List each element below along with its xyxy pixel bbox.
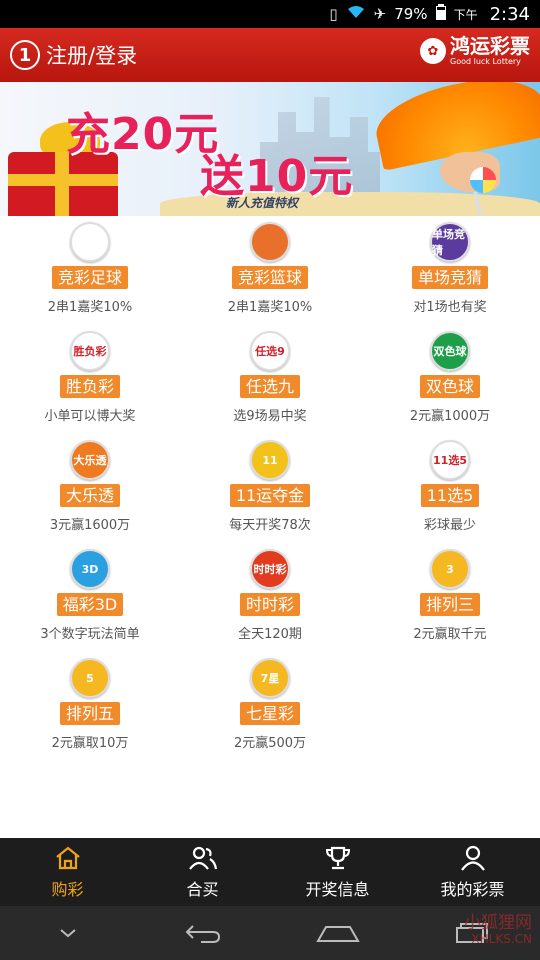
lottery-item[interactable]: 竞彩篮球 2串1嘉奖10% bbox=[180, 216, 360, 325]
tab-label: 合买 bbox=[186, 880, 219, 899]
arrange-five-icon: 5 bbox=[70, 658, 110, 698]
welfare-3d-icon: 3D bbox=[70, 549, 110, 589]
lottery-description: 2串1嘉奖10% bbox=[227, 300, 313, 315]
login-register-link[interactable]: 注册/登录 bbox=[46, 40, 137, 70]
collapse-icon[interactable] bbox=[38, 927, 98, 939]
lottery-item[interactable]: 11 11运夺金每天开奖78次 bbox=[180, 434, 360, 543]
lottery-item[interactable]: 11选5 11选5 彩球最少 bbox=[360, 434, 540, 543]
lottery-name: 任选九 bbox=[239, 375, 300, 398]
lottery-name: 大乐透 bbox=[59, 484, 120, 507]
lottery-description: 选9场易中奖 bbox=[233, 409, 307, 424]
brand-slogan: Good luck Lottery bbox=[450, 57, 521, 66]
lottery-description: 对1场也有奖 bbox=[413, 300, 487, 315]
lottery-item[interactable]: 胜负彩 胜负彩 小单可以博大奖 bbox=[0, 325, 180, 434]
lottery-name: 双色球 bbox=[419, 375, 480, 398]
watermark: 小狐狸网 XHLKS.CN bbox=[464, 913, 532, 946]
tab-label: 我的彩票 bbox=[440, 880, 505, 899]
wifi-icon bbox=[346, 5, 366, 23]
lottery-item[interactable]: 任选9 任选九选9场易中奖 bbox=[180, 325, 360, 434]
lottery-item[interactable]: 竞彩足球 2串1嘉奖10% bbox=[0, 216, 180, 325]
pick-nine-icon: 任选9 bbox=[250, 331, 290, 371]
lottery-description: 3元赢1600万 bbox=[49, 518, 131, 533]
lottery-description: 彩球最少 bbox=[423, 518, 476, 533]
lottery-name: 排列五 bbox=[59, 702, 120, 725]
basketball-icon bbox=[250, 222, 290, 262]
win-lose-icon: 胜负彩 bbox=[70, 331, 110, 371]
lottery-name: 竞彩篮球 bbox=[231, 266, 308, 289]
promo-banner[interactable]: 充20元 送10元 新人充值特权 bbox=[0, 82, 540, 216]
lottery-name: 胜负彩 bbox=[59, 375, 120, 398]
lottery-description: 2元赢取千元 bbox=[413, 627, 487, 642]
brand-logo: ✿ 鸿运彩票 Good luck Lottery bbox=[420, 36, 530, 66]
union-lotto-icon: 双色球 bbox=[430, 331, 470, 371]
lottery-name: 福彩3D bbox=[56, 593, 124, 616]
lottery-item[interactable]: 3 排列三 2元赢取千元 bbox=[360, 543, 540, 652]
group-buy-icon bbox=[188, 844, 218, 872]
banner-headline-1: 充20元 bbox=[66, 109, 220, 160]
home-nav-icon[interactable] bbox=[308, 923, 368, 943]
vibrate-icon: ▯ bbox=[329, 5, 338, 23]
lottery-name: 排列三 bbox=[419, 593, 480, 616]
eleven-five-icon: 11选5 bbox=[430, 440, 470, 480]
tab-group-buy[interactable]: 合买 bbox=[135, 838, 270, 906]
arrange-three-icon: 3 bbox=[430, 549, 470, 589]
lottery-item[interactable]: 时时彩 时时彩 全天120期 bbox=[180, 543, 360, 652]
lottery-description: 每天开奖78次 bbox=[229, 518, 311, 533]
lottery-item[interactable]: 大乐透 大乐透 3元赢1600万 bbox=[0, 434, 180, 543]
back-icon[interactable] bbox=[173, 922, 233, 944]
brand-name: 鸿运彩票 bbox=[450, 34, 530, 58]
tab-home[interactable]: 购彩 bbox=[0, 838, 135, 906]
beach-ball-image bbox=[470, 167, 496, 193]
lottery-description: 全天120期 bbox=[238, 627, 302, 642]
system-nav-bar bbox=[0, 906, 540, 960]
home-icon bbox=[54, 844, 82, 872]
trophy-icon bbox=[324, 844, 352, 872]
lottery-item[interactable]: 单场竞猜 单场竞猜 对1场也有奖 bbox=[360, 216, 540, 325]
battery-percent: 79% bbox=[394, 5, 428, 23]
airplane-icon: ✈ bbox=[373, 5, 387, 23]
lottery-name: 时时彩 bbox=[239, 593, 300, 616]
battery-icon bbox=[435, 4, 446, 24]
eleven-gold-icon: 11 bbox=[250, 440, 290, 480]
lottery-description: 小单可以博大奖 bbox=[44, 409, 136, 424]
lottery-item[interactable]: 5 排列五 2元赢取10万 bbox=[0, 652, 180, 761]
lottery-description: 2元赢1000万 bbox=[409, 409, 491, 424]
tab-label: 购彩 bbox=[51, 880, 84, 899]
tab-label: 开奖信息 bbox=[305, 880, 370, 899]
lottery-item[interactable]: 7星七星彩 2元赢500万 bbox=[180, 652, 360, 761]
status-bar: ▯ ✈ 79% 下午 2:34 bbox=[0, 0, 540, 28]
banner-caption: 新人充值特权 bbox=[226, 196, 299, 210]
status-ampm: 下午 bbox=[453, 7, 478, 22]
brand-emblem-icon: ✿ bbox=[420, 38, 446, 64]
lottery-item[interactable]: 3D 福彩3D 3个数字玩法简单 bbox=[0, 543, 180, 652]
lottery-name: 七星彩 bbox=[239, 702, 300, 725]
lottery-description: 2元赢500万 bbox=[233, 736, 307, 751]
lottery-description: 2串1嘉奖10% bbox=[47, 300, 133, 315]
soccer-ball-icon bbox=[70, 222, 110, 262]
seven-star-icon: 7星 bbox=[250, 658, 290, 698]
app-header: 1 注册/登录 ✿ 鸿运彩票 Good luck Lottery bbox=[0, 28, 540, 82]
single-match-icon: 单场竞猜 bbox=[430, 222, 470, 262]
timely-lottery-icon: 时时彩 bbox=[250, 549, 290, 589]
super-lotto-icon: 大乐透 bbox=[70, 440, 110, 480]
status-clock: 2:34 bbox=[489, 3, 530, 25]
login-icon[interactable]: 1 bbox=[10, 40, 40, 70]
lottery-item[interactable]: 双色球 双色球 2元赢1000万 bbox=[360, 325, 540, 434]
lottery-description: 2元赢取10万 bbox=[51, 736, 129, 751]
lottery-description: 3个数字玩法简单 bbox=[40, 627, 140, 642]
tab-user[interactable]: 我的彩票 bbox=[405, 838, 540, 906]
tab-trophy[interactable]: 开奖信息 bbox=[270, 838, 405, 906]
lottery-name: 11运夺金 bbox=[229, 484, 311, 507]
lottery-name: 11选5 bbox=[420, 484, 480, 507]
user-icon bbox=[459, 844, 487, 872]
bottom-tab-bar: 购彩 合买 开奖信息 我的彩票 bbox=[0, 838, 540, 906]
lottery-name: 竞彩足球 bbox=[51, 266, 128, 289]
lottery-name: 单场竞猜 bbox=[411, 266, 488, 289]
